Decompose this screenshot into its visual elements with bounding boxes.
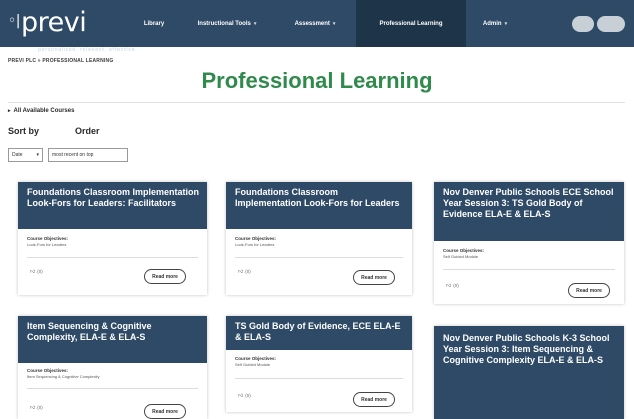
chevron-down-icon: ▾ — [253, 20, 257, 27]
thumbs-up-icon: 👍︎ — [30, 269, 36, 275]
thumbs-up-icon: 👍︎ — [446, 283, 452, 289]
order-select[interactable]: most recent on top — [48, 148, 128, 162]
course-title[interactable]: Item Sequencing & Cognitive Complexity, … — [18, 316, 207, 363]
objectives-text: Item Sequencing & Cognitive Complexity — [27, 374, 100, 379]
nav-label: Library — [143, 20, 165, 27]
nav-label: Assessment — [294, 20, 330, 27]
like-count[interactable]: 👍︎ (0) — [238, 269, 251, 275]
course-card[interactable]: Foundations Classroom Implementation Loo… — [226, 182, 412, 295]
divider — [8, 102, 625, 103]
caret-right-icon: ▸ — [8, 108, 11, 114]
sort-by-value: Date — [12, 152, 23, 158]
course-title[interactable]: Nov Denver Public Schools ECE School Yea… — [434, 182, 624, 241]
course-objectives: Course Objectives: Self Guided Module — [235, 356, 403, 367]
nav-item-professional-learning[interactable]: Professional Learning — [356, 0, 466, 47]
objectives-text: Look-Fors for Leaders — [27, 242, 67, 247]
read-more-button[interactable]: Read more — [144, 404, 186, 419]
order-value: most recent on top — [52, 152, 94, 158]
course-title[interactable]: Foundations Classroom Implementation Loo… — [18, 182, 207, 229]
card-divider — [27, 388, 198, 389]
card-divider — [443, 269, 615, 270]
user-menu-toggle[interactable] — [597, 16, 625, 32]
card-divider — [235, 257, 403, 258]
course-title[interactable]: Foundations Classroom Implementation Loo… — [226, 182, 412, 229]
course-card[interactable]: Nov Denver Public Schools ECE School Yea… — [434, 182, 624, 304]
objectives-label: Course Objectives: — [27, 368, 69, 373]
like-count-text: (0) — [245, 269, 251, 274]
nav-item-admin[interactable]: Admin ▾ — [470, 0, 520, 47]
course-card[interactable]: Nov Denver Public Schools K-3 School Yea… — [434, 326, 624, 419]
objectives-label: Course Objectives: — [443, 248, 485, 253]
thumbs-up-icon: 👍︎ — [238, 393, 244, 399]
read-more-button[interactable]: Read more — [568, 283, 610, 298]
course-objectives: Course Objectives: Item Sequencing & Cog… — [27, 368, 198, 379]
course-objectives: Course Objectives: Self Guided Module — [443, 248, 615, 259]
chevron-down-icon: ▾ — [332, 20, 336, 27]
sort-by-label: Sort by — [8, 126, 40, 136]
course-card[interactable]: Item Sequencing & Cognitive Complexity, … — [18, 316, 207, 419]
nav-item-instructional-tools[interactable]: Instructional Tools ▾ — [182, 0, 272, 47]
course-title[interactable]: Nov Denver Public Schools K-3 School Yea… — [434, 326, 624, 419]
card-divider — [235, 378, 403, 379]
card-divider — [27, 257, 198, 258]
logo-mark-icon: ◦| — [8, 13, 20, 29]
nav-label: Instructional Tools — [197, 20, 251, 27]
course-objectives: Course Objectives: Look-Fors for Leaders — [27, 236, 198, 247]
all-courses-toggle[interactable]: ▸ All Available Courses — [8, 108, 74, 114]
read-more-button[interactable]: Read more — [353, 270, 395, 285]
top-nav-bar: ◦|previ personalized. relevant. effectiv… — [0, 0, 634, 54]
all-courses-label: All Available Courses — [13, 108, 75, 114]
chevron-down-icon: ▾ — [504, 20, 508, 27]
like-count-text: (0) — [37, 269, 43, 274]
like-count-text: (0) — [37, 405, 43, 410]
course-card[interactable]: TS Gold Body of Evidence, ECE ELA-E & EL… — [226, 316, 412, 412]
order-label: Order — [75, 126, 100, 136]
nav-item-library[interactable]: Library — [130, 0, 178, 47]
objectives-label: Course Objectives: — [235, 356, 277, 361]
nav-label: Professional Learning — [379, 20, 443, 27]
chevron-down-icon: ▾ — [36, 152, 39, 158]
objectives-label: Course Objectives: — [235, 236, 277, 241]
page-title: Professional Learning — [201, 68, 433, 93]
read-more-button[interactable]: Read more — [353, 392, 395, 407]
course-title[interactable]: TS Gold Body of Evidence, ECE ELA-E & EL… — [226, 316, 412, 350]
like-count[interactable]: 👍︎ (0) — [238, 393, 251, 399]
like-count[interactable]: 👍︎ (0) — [446, 283, 459, 289]
objectives-text: Look-Fors for Leaders — [235, 242, 275, 247]
nav-label: Admin — [482, 20, 502, 27]
logo-text: previ — [20, 7, 87, 38]
nav-item-assessment[interactable]: Assessment ▾ — [280, 0, 350, 47]
previ-logo[interactable]: ◦|previ personalized. relevant. effectiv… — [8, 6, 137, 54]
course-card[interactable]: Foundations Classroom Implementation Loo… — [18, 182, 207, 295]
thumbs-up-icon: 👍︎ — [30, 405, 36, 411]
course-objectives: Course Objectives: Look-Fors for Leaders — [235, 236, 403, 247]
objectives-text: Self Guided Module — [235, 362, 271, 367]
like-count-text: (0) — [245, 393, 251, 398]
like-count-text: (0) — [453, 283, 459, 288]
sort-by-select[interactable]: Date ▾ — [8, 148, 43, 162]
thumbs-up-icon: 👍︎ — [238, 269, 244, 275]
user-avatar[interactable] — [572, 16, 594, 32]
like-count[interactable]: 👍︎ (0) — [30, 269, 43, 275]
objectives-label: Course Objectives: — [27, 236, 69, 241]
objectives-text: Self Guided Module — [443, 254, 479, 259]
read-more-button[interactable]: Read more — [144, 269, 186, 284]
breadcrumb[interactable]: PREVI PLC » PROFESSIONAL LEARNING — [8, 58, 113, 64]
like-count[interactable]: 👍︎ (0) — [30, 405, 43, 411]
